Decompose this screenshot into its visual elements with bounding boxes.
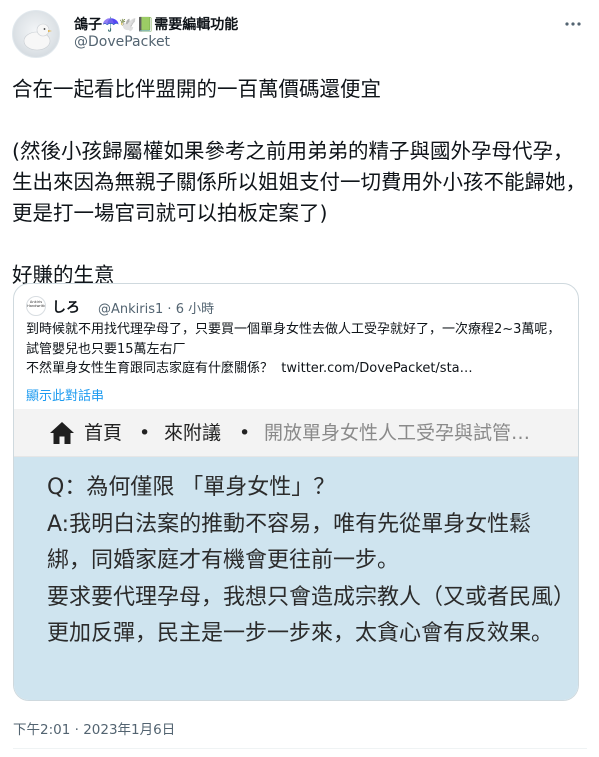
- image-breadcrumb-bar: 首頁 • 來附議 • 開放單身女性人工受孕與試管…: [14, 409, 578, 457]
- home-icon: [50, 422, 74, 444]
- display-name-text: 鴿子: [74, 17, 102, 33]
- quoted-author-handle[interactable]: @Ankiris1: [98, 302, 163, 317]
- name-emojis: ☂️🕊️📗: [102, 17, 155, 33]
- tweet-timestamp[interactable]: 下午2:01 · 2023年1月6日: [13, 718, 175, 738]
- quoted-time[interactable]: 6 小時: [176, 302, 214, 317]
- more-button[interactable]: [561, 14, 585, 38]
- quoted-author-name[interactable]: しろ: [52, 297, 80, 317]
- tweet-text: 合在一起看比伴盟開的一百萬價碼還便宜 (然後小孩歸屬權如果參考之前用弟弟的精子與…: [12, 77, 586, 287]
- breadcrumb-current: 開放單身女性人工受孕與試管…: [264, 422, 531, 444]
- quoted-avatar-text: Ankiris Handwriting: [27, 300, 45, 308]
- display-name[interactable]: 鴿子☂️🕊️📗需要編輯功能: [74, 14, 238, 34]
- avatar[interactable]: [12, 10, 60, 58]
- divider: [13, 748, 587, 749]
- tweet-header: 鴿子☂️🕊️📗需要編輯功能 @DovePacket: [12, 10, 587, 60]
- breadcrumb-category: 來附議: [164, 422, 222, 444]
- quoted-meta: @Ankiris1 · 6 小時: [98, 298, 214, 317]
- image-body-text: Q：為何僅限 「單身女性」？ A:我明白法案的推動不容易，唯有先從單身女性鬆綁，…: [47, 475, 565, 646]
- breadcrumb-home: 首頁: [84, 422, 123, 444]
- more-horizontal-icon: [565, 22, 581, 26]
- quoted-tweet[interactable]: Ankiris Handwriting しろ @Ankiris1 · 6 小時 …: [13, 283, 579, 701]
- meta-separator: ·: [167, 302, 172, 317]
- breadcrumb-separator: •: [239, 422, 251, 444]
- show-thread-link[interactable]: 顯示此對話串: [26, 385, 104, 404]
- display-name-suffix: 需要編輯功能: [154, 17, 239, 33]
- quoted-text: 到時候就不用找代理孕母了，只要買一個單身女性去做人工受孕就好了，一次療程2~3萬…: [26, 322, 561, 376]
- breadcrumb-separator: •: [139, 422, 151, 444]
- quoted-image[interactable]: 首頁 • 來附議 • 開放單身女性人工受孕與試管… Q：為何僅限 「單身女性」？…: [14, 409, 578, 700]
- user-handle[interactable]: @DovePacket: [74, 34, 170, 50]
- quoted-avatar[interactable]: Ankiris Handwriting: [26, 296, 46, 316]
